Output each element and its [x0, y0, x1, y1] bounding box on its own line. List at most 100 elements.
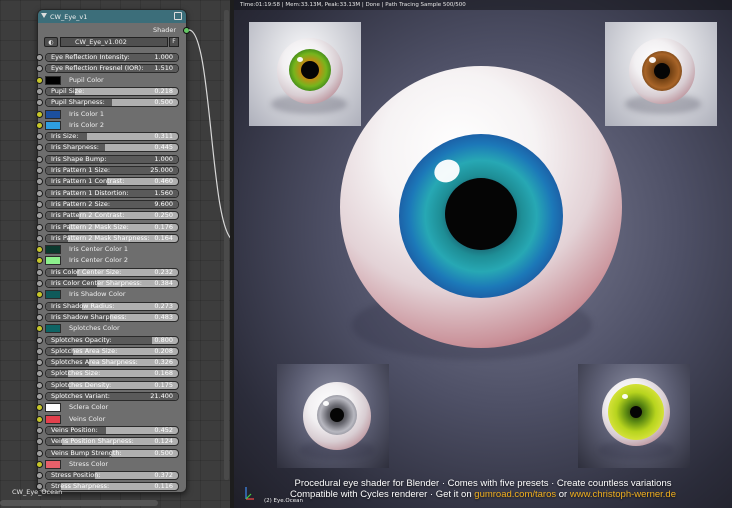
input-socket[interactable] — [36, 200, 43, 208]
input-socket[interactable] — [36, 65, 43, 73]
shader-output-socket[interactable] — [183, 27, 190, 34]
value-slider[interactable]: Veins Position Sharpness: 0.124 — [45, 437, 179, 447]
input-socket[interactable] — [36, 144, 43, 152]
input-socket[interactable] — [36, 280, 43, 287]
color-swatch[interactable] — [45, 75, 61, 85]
input-socket[interactable] — [36, 426, 43, 434]
input-socket[interactable] — [36, 268, 43, 276]
input-socket[interactable] — [36, 415, 43, 423]
horizontal-scrollbar[interactable] — [0, 500, 158, 506]
input-socket[interactable] — [36, 381, 43, 389]
input-label: Splotches Color — [69, 324, 120, 333]
color-swatch[interactable] — [45, 459, 61, 469]
value-slider[interactable]: Iris Pattern 2 Mask Sharpness: 0.164 — [45, 233, 179, 243]
color-swatch[interactable] — [45, 290, 61, 300]
input-socket[interactable] — [36, 347, 43, 355]
input-socket[interactable] — [36, 76, 43, 84]
collapse-triangle-icon[interactable] — [41, 13, 47, 18]
input-value: 0.445 — [154, 143, 173, 152]
input-value: 9.600 — [154, 199, 173, 208]
value-slider[interactable]: Iris Shadow Sharpness: 0.483 — [45, 312, 179, 322]
value-slider[interactable]: Splotches Density: 0.175 — [45, 380, 179, 390]
input-label: Iris Pattern 2 Contrast: — [51, 211, 125, 220]
value-slider[interactable]: Iris Shape Bump: 1.000 — [45, 154, 179, 164]
color-swatch[interactable] — [45, 109, 61, 119]
float-input-row: Splotches Density: 0.175 — [36, 380, 179, 390]
value-slider[interactable]: Iris Pattern 1 Contrast: 0.460 — [45, 177, 179, 187]
input-socket[interactable] — [36, 87, 43, 95]
node-header[interactable]: CW_Eye_v1 — [38, 10, 186, 23]
input-socket[interactable] — [36, 302, 43, 310]
color-swatch[interactable] — [45, 414, 61, 424]
input-socket[interactable] — [36, 189, 43, 197]
input-socket[interactable] — [36, 336, 43, 344]
value-slider[interactable]: Pupil Sharpness: 0.500 — [45, 98, 179, 108]
input-socket[interactable] — [36, 325, 43, 333]
value-slider[interactable]: Iris Color Center Sharpness: 0.384 — [45, 279, 179, 288]
value-slider[interactable]: Iris Size: 0.311 — [45, 132, 179, 142]
value-slider[interactable]: Veins Bump Strength: 0.500 — [45, 448, 179, 458]
input-socket[interactable] — [36, 133, 43, 141]
gumroad-link[interactable]: gumroad.com/taros — [474, 489, 556, 500]
value-slider[interactable]: Splotches Area Size: 0.208 — [45, 346, 179, 356]
color-swatch[interactable] — [45, 403, 61, 413]
value-slider[interactable]: Iris Pattern 2 Contrast: 0.250 — [45, 211, 179, 221]
value-slider[interactable]: Splotches Area Sharpness: 0.326 — [45, 358, 179, 368]
input-socket[interactable] — [36, 212, 43, 220]
value-slider[interactable]: Iris Color Center Size: 0.232 — [45, 267, 179, 277]
color-swatch[interactable] — [45, 324, 61, 334]
render-viewport[interactable]: Time:01:19:58 | Mem:33.13M, Peak:33.13M … — [234, 0, 732, 508]
input-socket[interactable] — [36, 370, 43, 378]
value-slider[interactable]: Veins Position: 0.452 — [45, 425, 179, 435]
input-socket[interactable] — [36, 178, 43, 186]
input-socket[interactable] — [36, 291, 43, 299]
value-slider[interactable]: Splotches Opacity: 0.800 — [45, 335, 179, 345]
input-socket[interactable] — [36, 167, 43, 174]
input-socket[interactable] — [36, 54, 43, 61]
input-socket[interactable] — [36, 155, 43, 163]
fake-user-button[interactable]: F — [169, 37, 179, 47]
value-slider[interactable]: Iris Pattern 2 Size: 9.600 — [45, 199, 179, 209]
input-socket[interactable] — [36, 438, 43, 446]
website-link[interactable]: www.christoph-werner.de — [570, 489, 676, 500]
float-input-row: Splotches Variant: 21.400 — [36, 392, 179, 401]
value-slider[interactable]: Iris Pattern 2 Mask Size: 0.176 — [45, 222, 179, 232]
value-slider[interactable]: Eye Reflection Fresnel (IOR): 1.510 — [45, 64, 179, 74]
input-socket[interactable] — [36, 313, 43, 321]
value-slider[interactable]: Iris Sharpness: 0.445 — [45, 143, 179, 153]
input-socket[interactable] — [36, 404, 43, 412]
color-swatch[interactable] — [45, 256, 61, 266]
value-slider[interactable]: Splotches Size: 0.168 — [45, 369, 179, 379]
value-slider[interactable]: Eye Reflection Intensity: 1.000 — [45, 53, 179, 62]
input-socket[interactable] — [36, 223, 43, 231]
input-label: Iris Color Center Sharpness: — [51, 279, 142, 287]
vertical-scrollbar[interactable] — [224, 10, 229, 480]
input-socket[interactable] — [36, 246, 43, 254]
color-swatch[interactable] — [45, 245, 61, 255]
input-socket[interactable] — [36, 393, 43, 400]
eye-shader-node[interactable]: CW_Eye_v1 Shader ◐ CW_Eye_v1.002 F Eye R… — [36, 9, 190, 493]
value-slider[interactable]: Splotches Variant: 21.400 — [45, 392, 179, 401]
input-socket[interactable] — [36, 110, 43, 118]
node-tree-icon[interactable]: ◐ — [44, 37, 58, 47]
value-slider[interactable]: Iris Shadow Radius: 0.273 — [45, 301, 179, 311]
input-socket[interactable] — [36, 99, 43, 107]
input-socket[interactable] — [36, 121, 43, 129]
input-socket[interactable] — [36, 472, 43, 480]
input-socket[interactable] — [36, 359, 43, 367]
node-preview-icon[interactable] — [174, 12, 182, 20]
node-editor[interactable]: CW_Eye_v1 Shader ◐ CW_Eye_v1.002 F Eye R… — [0, 0, 230, 508]
input-socket[interactable] — [36, 460, 43, 468]
float-input-row: Splotches Area Size: 0.208 — [36, 346, 179, 356]
value-slider[interactable]: Iris Pattern 1 Size: 25.000 — [45, 166, 179, 175]
input-socket[interactable] — [36, 234, 43, 242]
input-socket[interactable] — [36, 257, 43, 265]
input-socket[interactable] — [36, 449, 43, 457]
input-label: Iris Pattern 1 Distortion: — [51, 188, 129, 197]
node-group-name-field[interactable]: CW_Eye_v1.002 — [60, 37, 168, 47]
value-slider[interactable]: Pupil Size: 0.218 — [45, 86, 179, 96]
value-slider[interactable]: Stress Sharpness: 0.116 — [45, 482, 179, 492]
value-slider[interactable]: Stress Position: 0.372 — [45, 471, 179, 481]
value-slider[interactable]: Iris Pattern 1 Distortion: 1.560 — [45, 188, 179, 198]
color-swatch[interactable] — [45, 120, 61, 130]
